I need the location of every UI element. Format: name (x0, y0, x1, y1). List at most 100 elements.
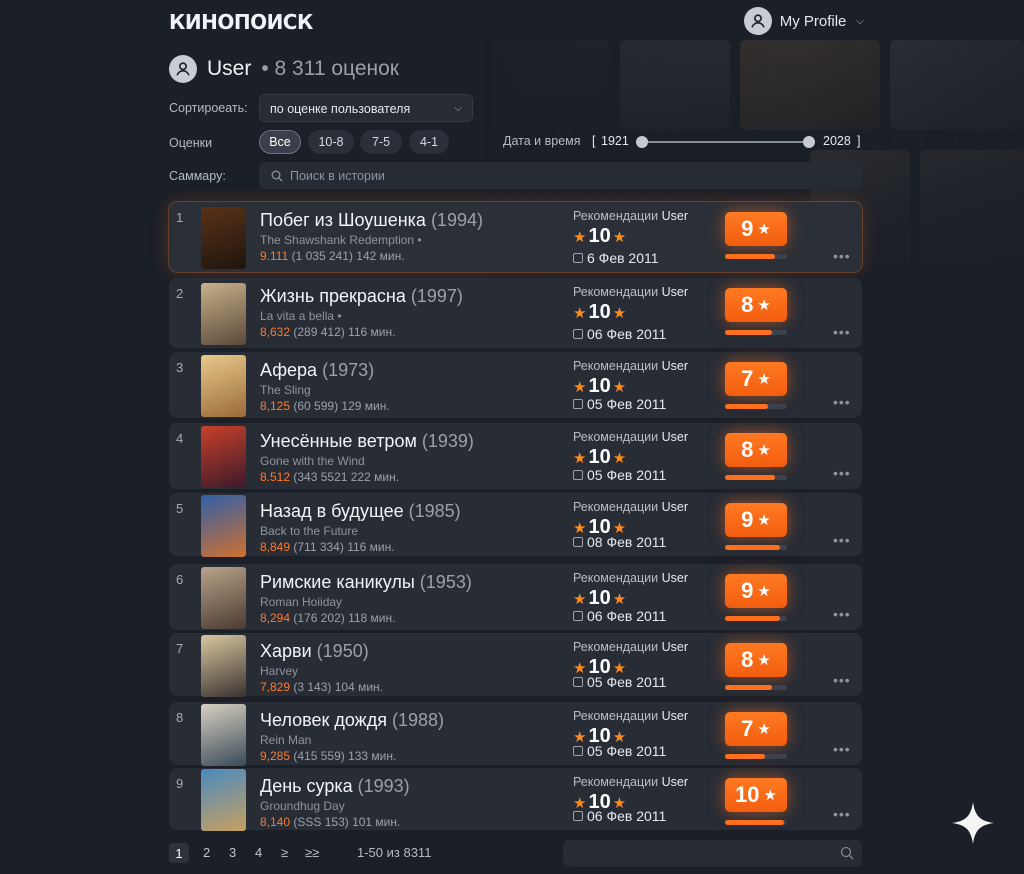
movie-title-line[interactable]: Харви (1950) (260, 641, 369, 662)
date-range-label: Дата и время (503, 134, 581, 148)
history-search-input[interactable]: Поиск в истории (259, 162, 862, 189)
movie-rating: 7,829 (260, 680, 291, 694)
user-score-badge[interactable]: 7 ★ (725, 712, 787, 746)
movie-rating: 8.512 (260, 470, 291, 484)
movie-original-title: The Sling (260, 383, 311, 397)
filter-chip-10-8[interactable]: 10-8 (308, 130, 354, 154)
more-icon[interactable]: ••• (833, 606, 851, 622)
movie-rank: 2 (176, 286, 184, 301)
recommendation-text: Рекомендации (573, 430, 659, 444)
top-bar: КИНОПОИСК My Profile ⌵ (0, 0, 1024, 44)
movie-rating: 9,285 (260, 749, 291, 763)
date-range-end-handle[interactable] (803, 136, 815, 148)
user-score-badge[interactable]: 9 ★ (725, 503, 787, 537)
user-score-badge[interactable]: 8 ★ (725, 643, 787, 677)
user-score-badge[interactable]: 9 ★ (725, 574, 787, 608)
star-icon: ★ (612, 449, 627, 467)
more-icon[interactable]: ••• (833, 741, 851, 757)
movie-row[interactable]: 4 Унесённые ветром (1939) Gone with the … (169, 423, 862, 489)
movie-poster[interactable] (201, 355, 246, 417)
movie-row[interactable]: 7 Харви (1950) Harvey 7,829 (3 143) 104 … (169, 633, 862, 697)
recommendation-text: Рекомендации (573, 359, 659, 373)
movie-year: (1997) (410, 286, 463, 306)
sort-select[interactable]: по оценке пользователя ⌵ (259, 94, 473, 122)
site-logo[interactable]: КИНОПОИСК (169, 10, 313, 34)
movie-poster[interactable] (201, 283, 246, 345)
user-score-badge[interactable]: 8 ★ (725, 433, 787, 467)
user-score-bar (725, 754, 787, 759)
movie-meta: 9.111 (1 035 241) 142 мин. (260, 249, 405, 263)
movie-poster[interactable] (201, 567, 246, 629)
movie-title-line[interactable]: День сурка (1993) (260, 776, 410, 797)
last-page-button[interactable]: ≥≥ (305, 845, 319, 860)
movie-row[interactable]: 8 Человек дождя (1988) Rein Man 9,285 (4… (169, 702, 862, 766)
filter-chip-4-1[interactable]: 4-1 (409, 130, 449, 154)
movie-poster[interactable] (201, 635, 246, 697)
movie-poster[interactable] (201, 495, 246, 557)
more-icon[interactable]: ••• (833, 248, 851, 264)
movie-title-line[interactable]: Унесённые ветром (1939) (260, 431, 474, 452)
movie-title: Афера (260, 360, 318, 380)
recommendation-user: User (661, 640, 689, 654)
movie-title-line[interactable]: Побег из Шоушенка (1994) (260, 210, 483, 231)
more-icon[interactable]: ••• (833, 806, 851, 822)
calendar-icon (573, 677, 583, 687)
movie-title-line[interactable]: Жизнь прекрасна (1997) (260, 286, 463, 307)
movie-poster[interactable] (201, 426, 246, 488)
calendar-icon (573, 611, 583, 621)
movie-row[interactable]: 2 Жизнь прекрасна (1997) La vita a bella… (169, 278, 862, 348)
profile-menu[interactable]: My Profile ⌵ (743, 7, 864, 35)
movie-poster[interactable] (201, 207, 246, 269)
page-3[interactable]: 3 (229, 845, 236, 860)
search-placeholder: Поиск в истории (290, 168, 385, 183)
movie-rating: 8,140 (260, 815, 291, 829)
rating-date-value: 06 Фев 2011 (587, 808, 667, 824)
more-icon[interactable]: ••• (833, 532, 851, 548)
movie-rating: 8,125 (260, 399, 291, 413)
movie-year: (1953) (419, 572, 472, 592)
star-icon: ★ (757, 297, 771, 314)
movie-title-line[interactable]: Назад в будущее (1985) (260, 501, 461, 522)
movie-title-line[interactable]: Афера (1973) (260, 360, 374, 381)
page-4[interactable]: 4 (255, 845, 262, 860)
page-1[interactable]: 1 (169, 843, 189, 863)
movie-row[interactable]: 3 Афера (1973) The Sling 8,125 (60 599) … (169, 352, 862, 418)
movie-original-title: Back to the Future (260, 524, 359, 538)
movie-votes: (176 202) 118 мин. (293, 611, 396, 625)
recommendation-label: Рекомендации User (573, 500, 688, 514)
movie-row[interactable]: 1 Побег из Шоушенка (1994) The Shawshank… (169, 202, 862, 272)
more-icon[interactable]: ••• (833, 324, 851, 340)
user-score-bar-fill (725, 820, 784, 825)
user-score-badge[interactable]: 8 ★ (725, 288, 787, 322)
star-icon: ★ (757, 371, 771, 388)
user-score-value: 8 (741, 437, 754, 462)
recommendation-user: User (661, 209, 689, 223)
movie-row[interactable]: 6 Римские каникулы (1953) Roman Hoiiday … (169, 564, 862, 630)
star-icon: ★ (757, 221, 771, 238)
next-page-button[interactable]: ≥ (281, 845, 288, 860)
movie-poster[interactable] (201, 704, 246, 766)
movie-row[interactable]: 9 День сурка (1993) Groundhug Day 8,140 … (169, 768, 862, 831)
movie-title-line[interactable]: Римские каникулы (1953) (260, 572, 472, 593)
star-icon: ★ (573, 378, 587, 396)
page-2[interactable]: 2 (203, 845, 210, 860)
filter-chip-7-5[interactable]: 7-5 (360, 130, 402, 154)
bottom-search-input[interactable] (563, 840, 862, 867)
user-score-bar (725, 330, 787, 335)
more-icon[interactable]: ••• (833, 465, 851, 481)
date-range-start-handle[interactable] (636, 136, 648, 148)
movie-poster[interactable] (201, 769, 246, 831)
movie-row[interactable]: 5 Назад в будущее (1985) Back to the Fut… (169, 493, 862, 557)
recommendation-user: User (661, 285, 689, 299)
more-icon[interactable]: ••• (833, 394, 851, 410)
user-score-bar-fill (725, 685, 772, 690)
user-score-badge[interactable]: 10 ★ (725, 778, 787, 812)
movie-title: Жизнь прекрасна (260, 286, 406, 306)
user-score-badge[interactable]: 9 ★ (725, 212, 787, 246)
filter-chip-all[interactable]: Все (259, 130, 301, 154)
user-score-badge[interactable]: 7 ★ (725, 362, 787, 396)
movie-title-line[interactable]: Человек дождя (1988) (260, 710, 444, 731)
search-icon[interactable] (840, 846, 854, 860)
rating-date: 06 Фев 2011 (573, 608, 666, 624)
more-icon[interactable]: ••• (833, 672, 851, 688)
